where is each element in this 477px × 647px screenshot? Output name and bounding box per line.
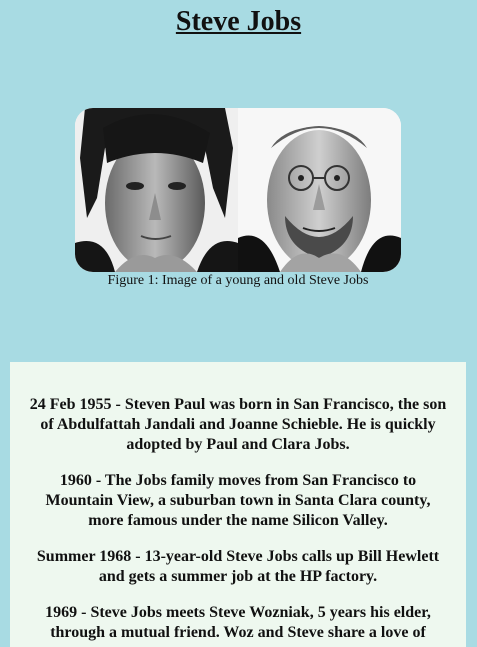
- figure: Figure 1: Image of a young and old Steve…: [75, 108, 401, 289]
- page-title: Steve Jobs: [175, 6, 302, 37]
- timeline-entry-1969: 1969 - Steve Jobs meets Steve Wozniak, 5…: [45, 604, 431, 641]
- figure-caption: Figure 1: Image of a young and old Steve…: [107, 273, 369, 288]
- old-portrait: [238, 108, 401, 272]
- steve-jobs-photo: [75, 108, 401, 272]
- timeline-entry-1968: Summer 1968 - 13-year-old Steve Jobs cal…: [36, 548, 440, 585]
- young-portrait: [75, 108, 238, 272]
- portrait-image: [75, 108, 401, 272]
- timeline-entry-1955: 24 Feb 1955 - Steven Paul was born in Sa…: [29, 396, 447, 453]
- timeline-section: 24 Feb 1955 - Steven Paul was born in Sa…: [10, 362, 466, 647]
- timeline-entry-1960: 1960 - The Jobs family moves from San Fr…: [45, 472, 431, 529]
